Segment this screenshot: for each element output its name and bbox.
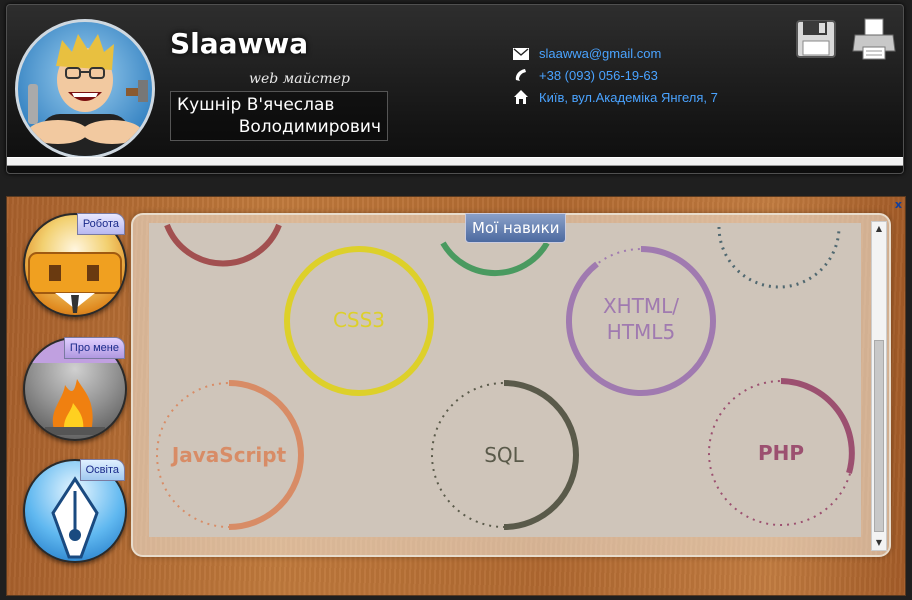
brand-title: Slaawwa — [170, 27, 309, 60]
mail-icon — [513, 45, 531, 61]
skill-label-sql: SQL — [484, 443, 524, 467]
skill-ring-top-right — [717, 226, 841, 289]
skill-label-html-line2: HTML5 — [607, 320, 675, 344]
nav-item-about[interactable]: Про мене — [23, 337, 127, 441]
header: Slaawwa web майстер Кушнір В'ячеслав Вол… — [6, 4, 904, 174]
scroll-down-icon[interactable]: ▼ — [872, 536, 886, 550]
skills-frame: CSS3 XHTML/ HTML5 JavaScript SQL PHP Мої… — [131, 213, 891, 557]
scrollbar[interactable]: ▲ ▼ — [871, 221, 887, 551]
print-icon[interactable] — [851, 17, 899, 61]
nav-item-work[interactable]: Робота — [23, 213, 127, 317]
save-icon[interactable] — [793, 17, 841, 61]
email-link[interactable]: slaawwa@gmail.com — [539, 46, 661, 61]
job-subtitle: web майстер — [249, 71, 351, 87]
scrollbar-thumb[interactable] — [874, 340, 884, 532]
skill-ring-top-left — [164, 223, 282, 267]
close-button[interactable]: x — [895, 198, 902, 211]
avatar — [15, 19, 155, 159]
nav-label-work: Робота — [76, 213, 125, 235]
phone-link[interactable]: +38 (093) 056-19-63 — [539, 68, 658, 83]
name-line-1: Кушнір В'ячеслав — [177, 95, 335, 115]
skill-label-php: PHP — [758, 441, 804, 465]
main-panel: x Робота Про мене Освіта CSS3 XHTML/ HTM… — [6, 196, 906, 596]
nav-label-education: Освіта — [79, 459, 125, 481]
scroll-up-icon[interactable]: ▲ — [872, 222, 886, 236]
section-title: Мої навики — [465, 213, 567, 243]
address-link[interactable]: Київ, вул.Академіка Янгеля, 7 — [539, 90, 718, 105]
name-line-2: Володимирович — [238, 117, 381, 137]
skill-label-css3: CSS3 — [333, 308, 385, 332]
skill-ring-top-middle — [440, 241, 550, 277]
nav-label-about: Про мене — [63, 337, 125, 359]
skills-canvas[interactable]: CSS3 XHTML/ HTML5 JavaScript SQL PHP — [149, 223, 861, 537]
header-divider — [7, 157, 903, 166]
full-name-box: Кушнір В'ячеслав Володимирович — [170, 91, 388, 141]
skill-label-js: JavaScript — [170, 443, 287, 467]
phone-icon — [513, 67, 531, 83]
home-icon — [513, 89, 531, 105]
nav-item-education[interactable]: Освіта — [23, 459, 127, 563]
skill-label-html-line1: XHTML/ — [603, 294, 679, 318]
